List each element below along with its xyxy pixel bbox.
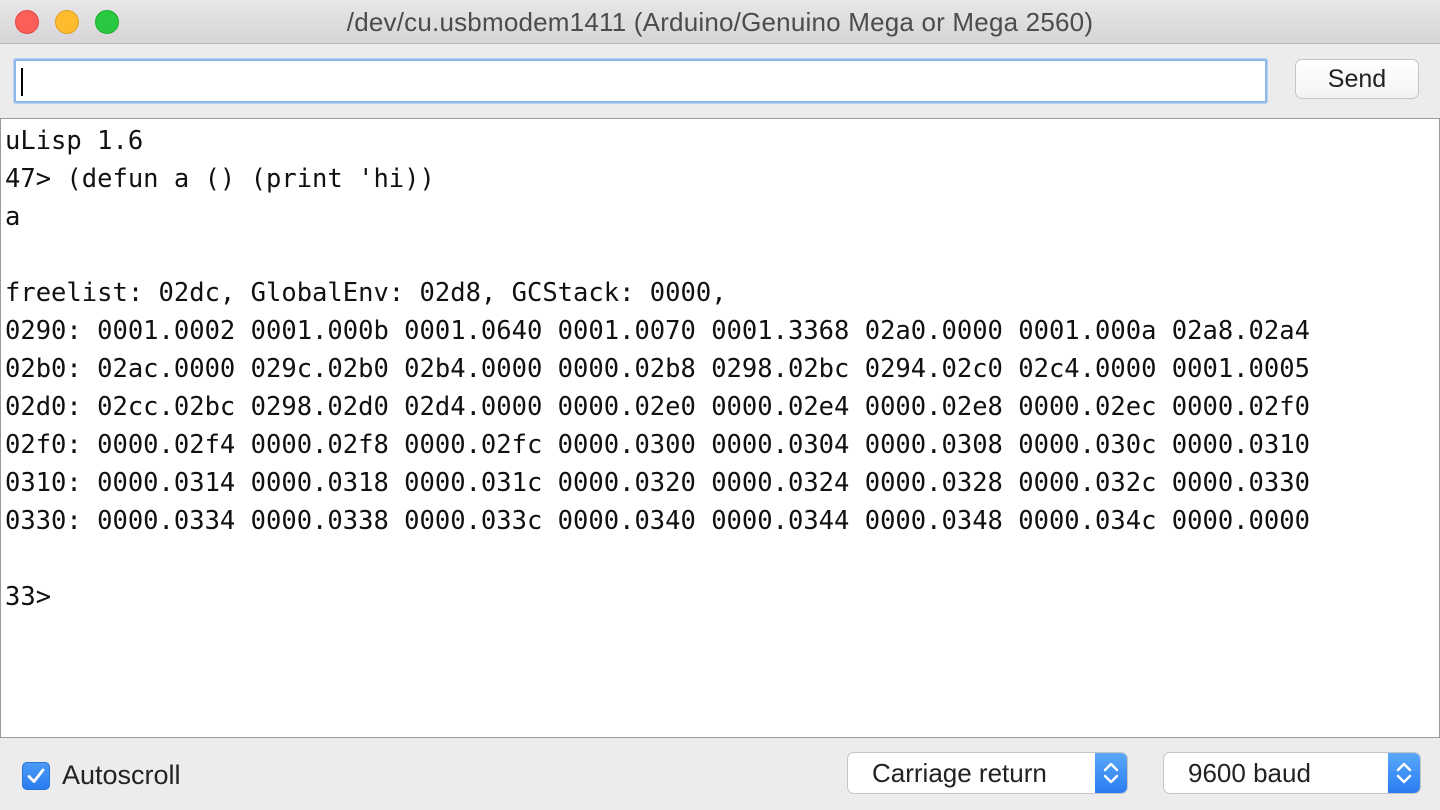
output-line: 02d0: 02cc.02bc 0298.02d0 02d4.0000 0000… xyxy=(5,392,1310,422)
line-ending-select[interactable]: Carriage return xyxy=(847,752,1128,794)
line-ending-value: Carriage return xyxy=(872,758,1047,788)
output-line: 0310: 0000.0314 0000.0318 0000.031c 0000… xyxy=(5,468,1310,498)
output-line: 02b0: 02ac.0000 029c.02b0 02b4.0000 0000… xyxy=(5,354,1310,384)
output-line: 0330: 0000.0334 0000.0338 0000.033c 0000… xyxy=(5,506,1310,536)
autoscroll-checkbox[interactable] xyxy=(22,762,50,790)
up-down-chevron-icon xyxy=(1095,753,1127,793)
output-line: freelist: 02dc, GlobalEnv: 02d8, GCStack… xyxy=(5,278,727,308)
serial-input[interactable] xyxy=(14,59,1267,103)
bottom-bar: Autoscroll Carriage return 9600 baud xyxy=(0,738,1440,810)
output-line: 0290: 0001.0002 0001.000b 0001.0640 0001… xyxy=(5,316,1310,346)
checkmark-icon xyxy=(27,768,45,783)
window-title: /dev/cu.usbmodem1411 (Arduino/Genuino Me… xyxy=(346,7,1094,37)
title-bar: /dev/cu.usbmodem1411 (Arduino/Genuino Me… xyxy=(0,0,1440,44)
serial-output[interactable]: uLisp 1.6 47> (defun a () (print 'hi)) a… xyxy=(0,118,1440,738)
baud-rate-select[interactable]: 9600 baud xyxy=(1163,752,1421,794)
autoscroll-label: Autoscroll xyxy=(62,760,181,790)
send-button[interactable]: Send xyxy=(1295,59,1419,99)
text-caret xyxy=(21,68,23,96)
output-line: a xyxy=(5,202,21,232)
up-down-chevron-icon xyxy=(1388,753,1420,793)
output-line: 33> xyxy=(5,582,52,612)
output-line: 47> (defun a () (print 'hi)) xyxy=(5,164,435,194)
baud-rate-value: 9600 baud xyxy=(1188,758,1311,788)
output-line: uLisp 1.6 xyxy=(5,126,144,156)
output-line: 02f0: 0000.02f4 0000.02f8 0000.02fc 0000… xyxy=(5,430,1310,460)
toolbar: Send xyxy=(0,45,1440,118)
